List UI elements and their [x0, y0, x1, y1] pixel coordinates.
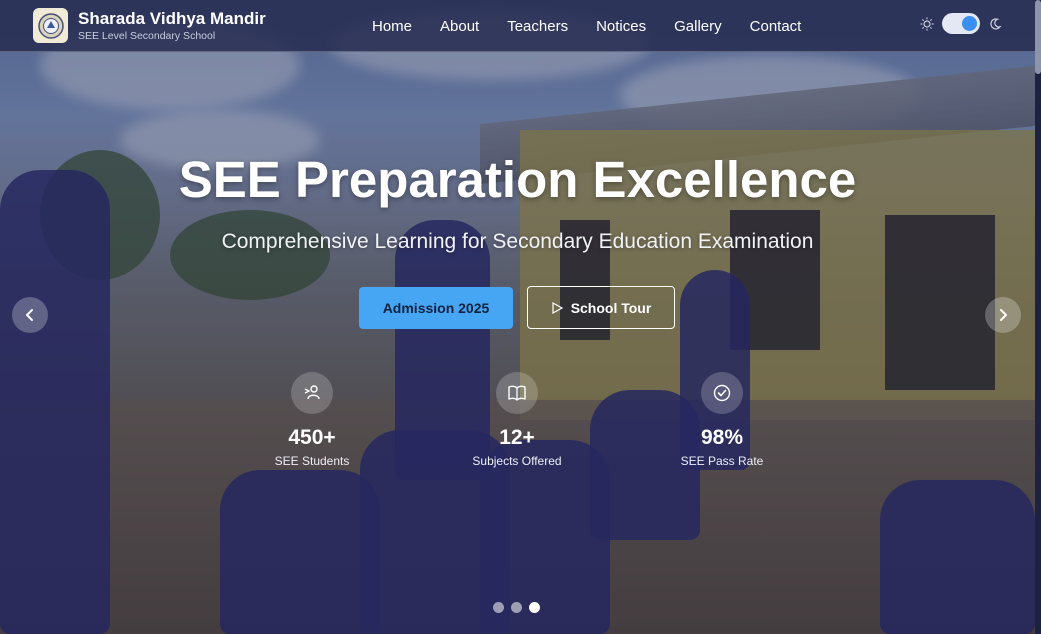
stat-pass-rate: 98% SEE Pass Rate	[652, 372, 792, 468]
stat-label: Subjects Offered	[472, 454, 562, 468]
admission-button[interactable]: Admission 2025	[359, 287, 513, 329]
carousel-dot-1[interactable]	[493, 602, 504, 613]
nav-gallery[interactable]: Gallery	[674, 18, 722, 35]
brand[interactable]: Sharada Vidhya Mandir SEE Level Secondar…	[33, 8, 266, 43]
stat-value: 12+	[499, 426, 535, 449]
nav-notices[interactable]: Notices	[596, 18, 646, 35]
school-tour-button[interactable]: School Tour	[527, 286, 675, 329]
carousel-dot-3[interactable]	[529, 602, 540, 613]
chevron-right-icon	[1000, 309, 1007, 321]
theme-switcher	[920, 13, 1002, 34]
nav-about[interactable]: About	[440, 18, 479, 35]
carousel-prev-button[interactable]	[12, 297, 48, 333]
school-tour-label: School Tour	[570, 299, 652, 316]
book-icon	[496, 372, 538, 414]
nav-contact[interactable]: Contact	[750, 18, 802, 35]
moon-icon	[990, 17, 1002, 29]
sun-icon	[920, 17, 934, 30]
top-navbar: Sharada Vidhya Mandir SEE Level Secondar…	[0, 0, 1035, 52]
stat-label: SEE Students	[274, 454, 350, 468]
main-menu: Home About Teachers Notices Gallery Cont…	[372, 0, 829, 52]
carousel-next-button[interactable]	[985, 297, 1021, 333]
school-name: Sharada Vidhya Mandir	[78, 8, 266, 28]
toggle-knob	[962, 16, 977, 31]
scrollbar-thumb[interactable]	[1035, 0, 1041, 74]
nav-teachers[interactable]: Teachers	[507, 18, 568, 35]
hero-title: SEE Preparation Excellence	[178, 151, 857, 208]
stat-value: 450+	[288, 426, 336, 449]
school-emblem-icon	[33, 8, 68, 43]
chevron-left-icon	[26, 309, 33, 321]
graduate-icon	[291, 372, 333, 414]
hero-background-photo	[0, 0, 1035, 634]
stat-subjects: 12+ Subjects Offered	[447, 372, 587, 468]
nav-home[interactable]: Home	[372, 18, 412, 35]
page-scrollbar[interactable]	[1035, 0, 1041, 634]
theme-toggle[interactable]	[942, 13, 980, 34]
hero-subtitle: Comprehensive Learning for Secondary Edu…	[221, 230, 814, 253]
school-subtitle: SEE Level Secondary School	[78, 29, 216, 42]
carousel-indicators	[493, 602, 547, 613]
stat-see-students: 450+ SEE Students	[242, 372, 382, 468]
carousel-dot-2[interactable]	[511, 602, 522, 613]
check-badge-icon	[701, 372, 743, 414]
play-icon	[552, 301, 563, 314]
stat-label: SEE Pass Rate	[680, 454, 764, 468]
stat-value: 98%	[700, 426, 744, 449]
